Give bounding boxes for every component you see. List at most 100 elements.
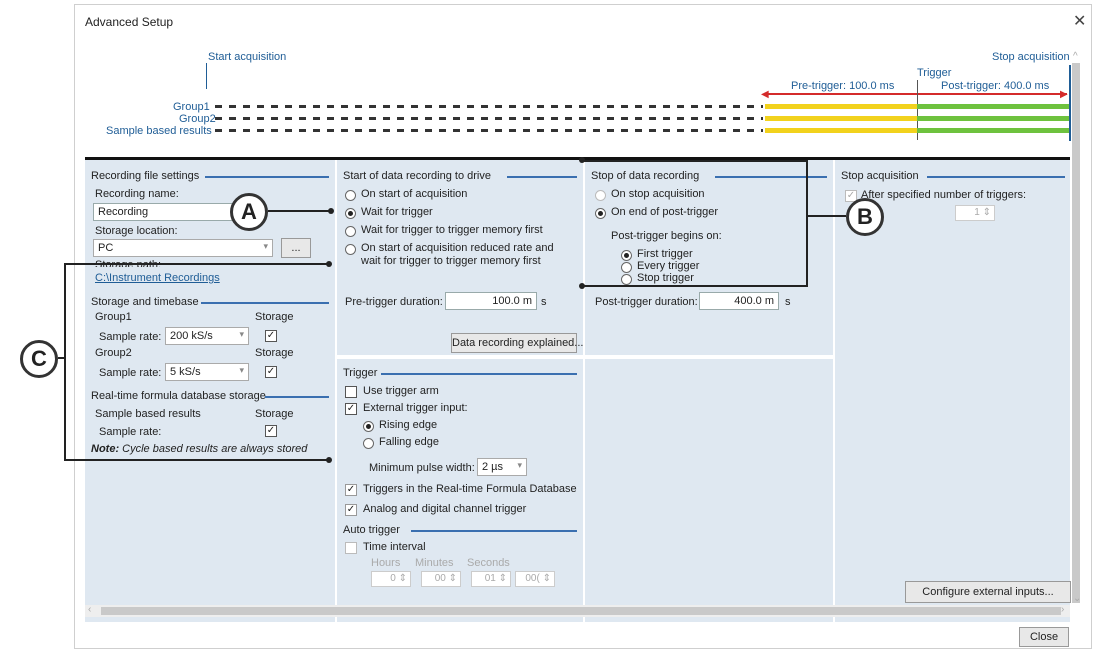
use-trigger-arm-checkbox[interactable] — [345, 386, 357, 398]
callout-b-bracket-top — [582, 160, 808, 162]
callout-c-bracket — [64, 263, 66, 460]
radio-rising-edge[interactable] — [363, 421, 374, 432]
rt-db-trigger-checkbox[interactable]: ✓ — [345, 484, 357, 496]
close-button[interactable]: Close — [1019, 627, 1069, 647]
minutes-label: Minutes — [415, 557, 454, 569]
analog-digital-label: Analog and digital channel trigger — [363, 503, 527, 515]
note-text: Note: Cycle based results are always sto… — [91, 443, 307, 455]
min-pulse-label: Minimum pulse width: — [369, 462, 475, 474]
post-trigger-bar — [917, 128, 1069, 133]
external-trigger-label: External trigger input: — [363, 402, 468, 414]
scroll-up-icon[interactable]: ^ — [1073, 51, 1078, 62]
group2-storage-checkbox[interactable]: ✓ — [265, 366, 277, 378]
external-trigger-checkbox[interactable]: ✓ — [345, 403, 357, 415]
stop-marker — [1069, 65, 1071, 141]
recording-file-section: Recording file settings — [91, 170, 200, 182]
callout-b-leader — [806, 215, 846, 217]
minutes-value: 00 — [434, 573, 446, 584]
group1-rate-value: 200 kS/s — [170, 330, 213, 342]
group2-timeline — [215, 117, 763, 120]
trigger-count-spinner[interactable]: 1 ⇕ — [955, 205, 995, 221]
option-on-stop-acquisition: On stop acquisition — [611, 188, 705, 200]
radio-on-stop-acquisition[interactable] — [595, 190, 606, 201]
radio-end-post-trigger[interactable] — [595, 208, 606, 219]
storage-path-link[interactable]: C:\Instrument Recordings — [95, 272, 220, 284]
use-trigger-arm-label: Use trigger arm — [363, 385, 439, 397]
after-triggers-label: After specified number of triggers: — [861, 189, 1027, 201]
storage-column-label: Storage — [255, 347, 294, 359]
section-line — [411, 530, 577, 532]
empty-panel — [585, 359, 833, 622]
min-pulse-select[interactable]: 2 µs ▾ — [477, 458, 527, 476]
group1-rate-select[interactable]: 200 kS/s ▾ — [165, 327, 249, 345]
option-every-trigger: Every trigger — [637, 260, 700, 272]
note-body: Cycle based results are always stored — [122, 443, 308, 455]
callout-a-dot — [328, 208, 334, 214]
sample-results-storage-checkbox[interactable]: ✓ — [265, 425, 277, 437]
group1-timeline — [215, 105, 763, 108]
section-line — [201, 302, 329, 304]
pre-trigger-bar — [765, 128, 917, 133]
vertical-scrollbar[interactable] — [1072, 63, 1080, 603]
pre-trigger-unit: s — [541, 296, 547, 308]
callout-c-dot — [326, 261, 332, 267]
horizontal-scroll-thumb[interactable] — [101, 607, 1061, 615]
scroll-left-icon[interactable]: ‹ — [88, 604, 91, 615]
section-line — [381, 373, 577, 375]
time-interval-checkbox[interactable] — [345, 542, 357, 554]
sample-rate-label: Sample rate: — [99, 331, 162, 343]
min-pulse-value: 2 µs — [482, 461, 504, 473]
radio-wait-trigger[interactable] — [345, 208, 356, 219]
realtime-db-section: Real-time formula database storage — [91, 390, 266, 402]
row-label-sample-results: Sample based results — [106, 125, 212, 137]
minutes-spinner[interactable]: 00 ⇕ — [421, 571, 461, 587]
milliseconds-spinner[interactable]: 00( ⇕ — [515, 571, 555, 587]
post-trigger-bar — [917, 116, 1069, 121]
arrow-left-icon: ◀ — [761, 89, 769, 100]
analog-digital-checkbox[interactable]: ✓ — [345, 504, 357, 516]
trigger-count-value: 1 — [974, 207, 980, 218]
option-wait-trigger: Wait for trigger — [361, 206, 433, 218]
post-trigger-duration-label: Post-trigger duration: — [595, 296, 698, 308]
storage-column-label: Storage — [255, 408, 294, 420]
pre-trigger-duration-input[interactable]: 100.0 m — [445, 292, 537, 310]
pre-trigger-bar — [765, 116, 917, 121]
close-icon[interactable]: ✕ — [1073, 11, 1086, 31]
seconds-spinner[interactable]: 01 ⇕ — [471, 571, 511, 587]
section-line — [265, 396, 329, 398]
browse-button[interactable]: ... — [281, 238, 311, 258]
callout-c: C — [20, 340, 58, 378]
radio-wait-memory[interactable] — [345, 226, 356, 237]
scroll-down-icon[interactable]: ⌄ — [1073, 593, 1081, 604]
radio-on-start[interactable] — [345, 190, 356, 201]
rt-db-trigger-label: Triggers in the Real-time Formula Databa… — [363, 483, 577, 495]
stop-recording-section: Stop of data recording — [591, 170, 700, 182]
post-trigger-duration-input[interactable]: 400.0 m — [699, 292, 779, 310]
data-recording-explained-button[interactable]: Data recording explained... — [451, 333, 583, 353]
recording-name-input[interactable]: Recording — [93, 203, 233, 221]
group2-rate-select[interactable]: 5 kS/s ▾ — [165, 363, 249, 381]
section-line — [927, 176, 1065, 178]
advanced-setup-window: Advanced Setup ✕ Start acquisition Stop … — [74, 4, 1092, 649]
group2-label: Group2 — [95, 347, 132, 359]
storage-location-value: PC — [98, 242, 114, 254]
group1-storage-checkbox[interactable]: ✓ — [265, 330, 277, 342]
storage-location-select[interactable]: PC ▾ — [93, 239, 273, 257]
configure-external-inputs-button[interactable]: Configure external inputs... — [905, 581, 1071, 603]
option-wait-memory: Wait for trigger to trigger memory first — [361, 224, 543, 236]
option-end-post-trigger: On end of post-trigger — [611, 206, 719, 218]
callout-c-dot — [326, 457, 332, 463]
hours-spinner[interactable]: 0 ⇕ — [371, 571, 411, 587]
radio-first-trigger[interactable] — [621, 250, 632, 261]
radio-stop-trigger[interactable] — [621, 274, 632, 285]
pre-trigger-label: Pre-trigger: 100.0 ms — [791, 80, 895, 92]
callout-c-bracket-top — [64, 263, 330, 265]
window-title: Advanced Setup — [85, 15, 174, 29]
storage-location-label: Storage location: — [95, 225, 178, 237]
radio-reduced-rate[interactable] — [345, 244, 356, 255]
radio-falling-edge[interactable] — [363, 438, 374, 449]
callout-b-dot — [579, 157, 585, 163]
radio-every-trigger[interactable] — [621, 262, 632, 273]
post-trigger-bar — [917, 104, 1069, 109]
scroll-right-icon[interactable]: › — [1061, 604, 1064, 615]
